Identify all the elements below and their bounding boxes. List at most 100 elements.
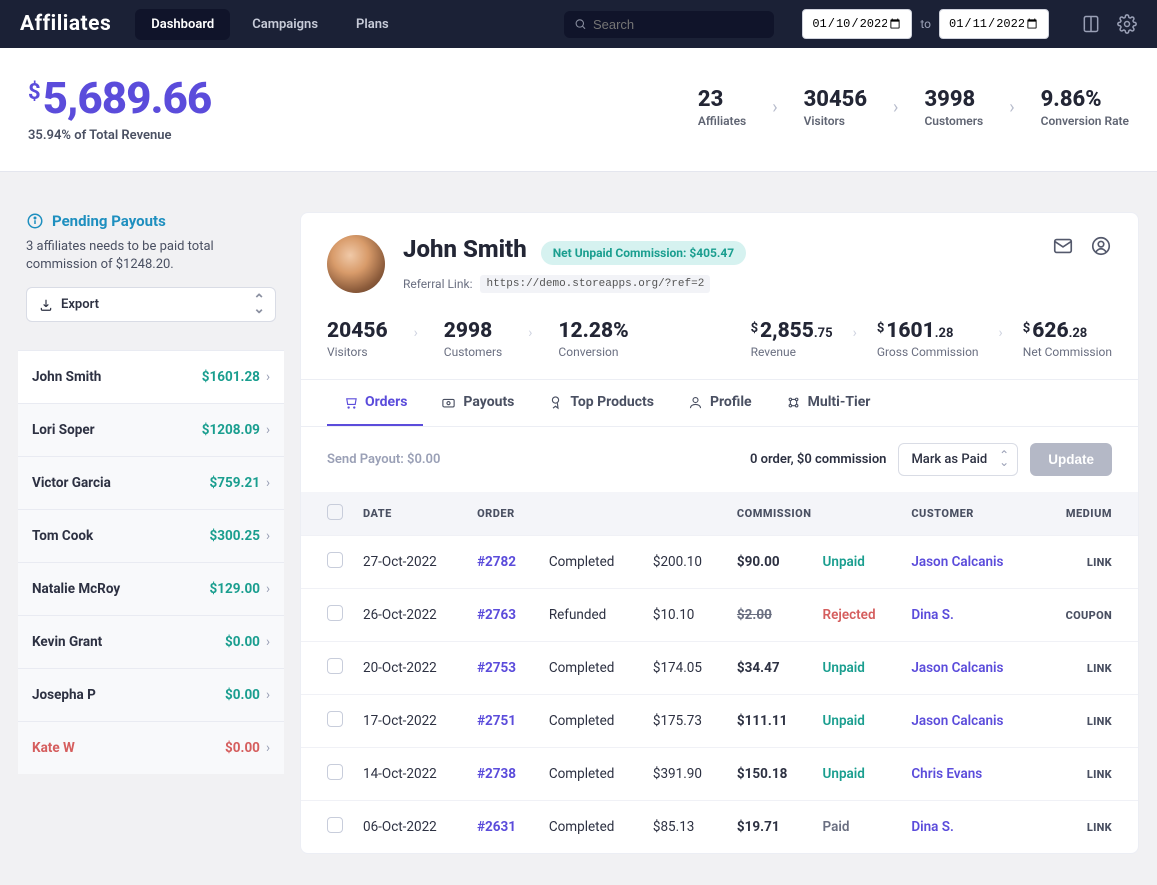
row-checkbox[interactable]	[327, 605, 343, 621]
cell-customer[interactable]: Jason Calcanis	[901, 695, 1037, 748]
affiliate-list: John Smith$1601.28 ›Lori Soper$1208.09 ›…	[18, 350, 284, 774]
tab-payouts[interactable]: Payouts	[425, 380, 530, 426]
affiliate-row[interactable]: Kevin Grant$0.00 ›	[18, 615, 284, 668]
tab-orders[interactable]: Orders	[327, 380, 423, 426]
chevron-right-icon: ›	[853, 325, 857, 341]
update-button[interactable]: Update	[1030, 443, 1112, 476]
kpi-conversion-rate: 9.86%Conversion Rate	[1041, 87, 1129, 128]
select-all-checkbox[interactable]	[327, 504, 343, 520]
cell-order[interactable]: #2782	[467, 536, 539, 589]
affiliate-detail-card: John Smith Net Unpaid Commission: $405.4…	[300, 212, 1139, 854]
chevron-right-icon: ›	[528, 325, 532, 341]
tab-top-products[interactable]: Top Products	[532, 380, 670, 426]
pending-payouts-panel: Pending Payouts 3 affiliates needs to be…	[18, 212, 284, 336]
brand-logo: Affiliates	[20, 12, 111, 36]
cell-status: Refunded	[539, 589, 643, 642]
table-row: 20-Oct-2022#2753Completed$174.05$34.47Un…	[301, 642, 1138, 695]
affiliate-stats: 20456 Visitors › 2998 Customers › 12.28%…	[301, 309, 1138, 380]
row-checkbox[interactable]	[327, 817, 343, 833]
chevron-updown-icon: ⌃⌄	[999, 452, 1009, 466]
referral-url[interactable]: https://demo.storeapps.org/?ref=2	[480, 275, 710, 293]
date-to-input[interactable]	[939, 9, 1049, 39]
cell-status: Completed	[539, 748, 643, 801]
affiliate-row[interactable]: John Smith$1601.28 ›	[18, 350, 284, 403]
date-to-label: to	[920, 17, 931, 31]
nav-plans[interactable]: Plans	[340, 9, 405, 40]
mail-icon[interactable]	[1052, 235, 1074, 257]
cell-order[interactable]: #2763	[467, 589, 539, 642]
cell-order[interactable]: #2631	[467, 801, 539, 854]
affiliate-row[interactable]: Kate W$0.00 ›	[18, 721, 284, 774]
chevron-right-icon: ›	[414, 325, 418, 341]
col-order: ORDER	[467, 492, 727, 536]
table-row: 14-Oct-2022#2738Completed$391.90$150.18U…	[301, 748, 1138, 801]
summary-bar: $ 5,689.66 35.94% of Total Revenue 23Aff…	[0, 48, 1157, 172]
user-icon[interactable]	[1090, 235, 1112, 257]
chevron-right-icon: ›	[772, 97, 777, 118]
affiliate-row[interactable]: Tom Cook$300.25 ›	[18, 509, 284, 562]
cell-customer[interactable]: Jason Calcanis	[901, 642, 1037, 695]
pending-description: 3 affiliates needs to be paid total comm…	[26, 238, 276, 273]
affiliate-row[interactable]: Natalie McRoy$129.00 ›	[18, 562, 284, 615]
cell-commission: $2.00	[727, 589, 813, 642]
book-icon[interactable]	[1081, 14, 1101, 34]
mark-as-select[interactable]: Mark as Paid ⌃⌄	[898, 443, 1018, 476]
cell-order[interactable]: #2751	[467, 695, 539, 748]
cell-paystatus: Unpaid	[813, 748, 902, 801]
orders-actions: Send Payout: $0.00 0 order, $0 commissio…	[301, 427, 1138, 492]
cell-total: $85.13	[643, 801, 727, 854]
affiliate-row[interactable]: Victor Garcia$759.21 ›	[18, 456, 284, 509]
stat-customers: 2998 Customers	[444, 319, 502, 359]
cell-order[interactable]: #2753	[467, 642, 539, 695]
affiliate-row[interactable]: Lori Soper$1208.09 ›	[18, 403, 284, 456]
cell-medium: LINK	[1038, 801, 1138, 854]
main-nav: DashboardCampaignsPlans	[135, 9, 404, 40]
row-checkbox[interactable]	[327, 711, 343, 727]
kpi-row: 23Affiliates›30456Visitors›3998Customers…	[698, 87, 1129, 128]
cell-status: Completed	[539, 536, 643, 589]
send-payout-label: Send Payout: $0.00	[327, 452, 440, 467]
row-checkbox[interactable]	[327, 764, 343, 780]
cell-paystatus: Rejected	[813, 589, 902, 642]
pending-title: Pending Payouts	[26, 212, 276, 230]
cell-total: $175.73	[643, 695, 727, 748]
cell-customer[interactable]: Chris Evans	[901, 748, 1037, 801]
kpi-visitors: 30456Visitors	[804, 87, 867, 128]
cell-order[interactable]: #2738	[467, 748, 539, 801]
stat-revenue: $2,855.75 Revenue	[751, 319, 833, 359]
kpi-customers: 3998Customers	[924, 87, 983, 128]
cell-commission: $34.47	[727, 642, 813, 695]
chevron-right-icon: ›	[999, 325, 1003, 341]
cell-date: 27-Oct-2022	[353, 536, 467, 589]
tab-profile[interactable]: Profile	[672, 380, 768, 426]
cell-customer[interactable]: Dina S.	[901, 589, 1037, 642]
stat-net: $626.28 Net Commission	[1023, 319, 1112, 359]
row-checkbox[interactable]	[327, 658, 343, 674]
table-row: 17-Oct-2022#2751Completed$175.73$111.11U…	[301, 695, 1138, 748]
cell-customer[interactable]: Dina S.	[901, 801, 1037, 854]
cell-medium: LINK	[1038, 642, 1138, 695]
date-from-input[interactable]	[802, 9, 912, 39]
search-box[interactable]	[564, 11, 774, 38]
referral-link-row: Referral Link: https://demo.storeapps.or…	[403, 275, 1034, 293]
top-actions	[1081, 14, 1137, 34]
unpaid-commission-badge: Net Unpaid Commission: $405.47	[541, 241, 746, 265]
info-icon	[26, 212, 44, 230]
cell-paystatus: Unpaid	[813, 642, 902, 695]
affiliate-row[interactable]: Josepha P$0.00 ›	[18, 668, 284, 721]
nav-campaigns[interactable]: Campaigns	[236, 9, 334, 40]
nav-dashboard[interactable]: Dashboard	[135, 9, 230, 40]
export-select[interactable]: Export ⌃⌄	[26, 287, 276, 322]
cell-date: 26-Oct-2022	[353, 589, 467, 642]
search-input[interactable]	[593, 17, 764, 32]
gear-icon[interactable]	[1117, 14, 1137, 34]
stat-conversion: 12.28% Conversion	[558, 319, 628, 359]
date-range: to	[802, 9, 1049, 39]
search-icon	[574, 17, 587, 31]
table-row: 06-Oct-2022#2631Completed$85.13$19.71Pai…	[301, 801, 1138, 854]
cell-customer[interactable]: Jason Calcanis	[901, 536, 1037, 589]
cell-total: $391.90	[643, 748, 727, 801]
cell-commission: $150.18	[727, 748, 813, 801]
row-checkbox[interactable]	[327, 552, 343, 568]
tab-multi-tier[interactable]: Multi-Tier	[770, 380, 887, 426]
